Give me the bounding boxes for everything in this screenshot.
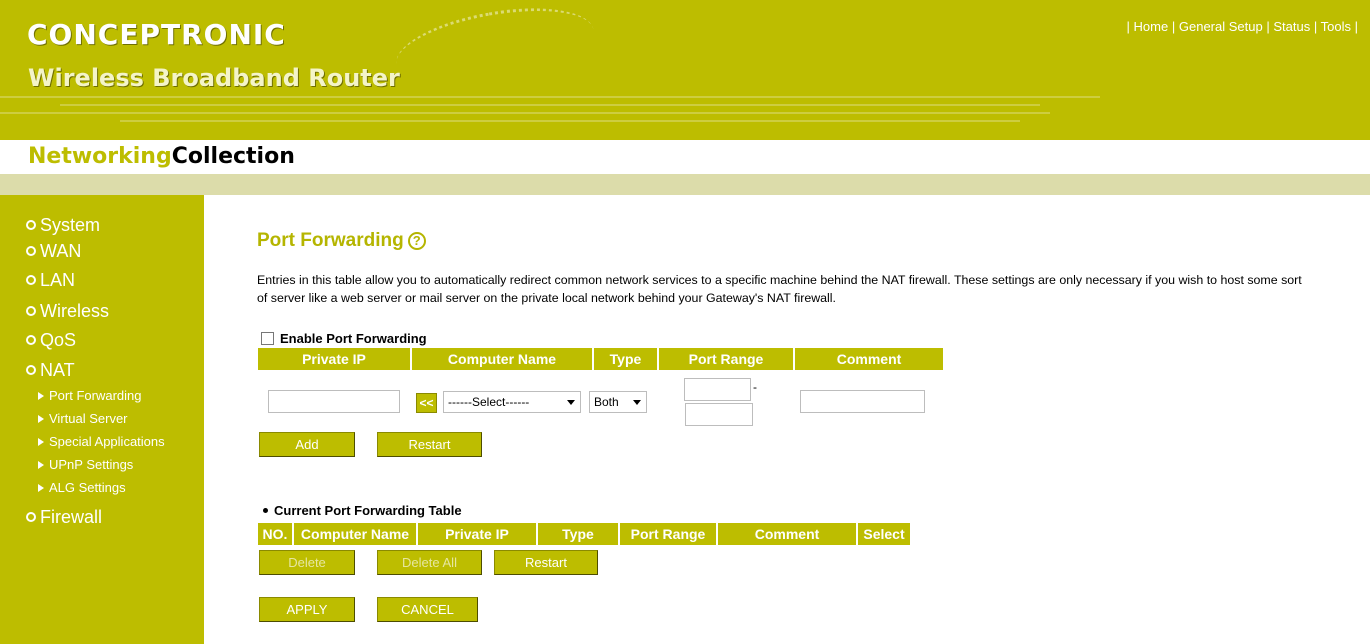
comment-input[interactable]: [800, 390, 925, 413]
port-range-dash: -: [753, 380, 757, 394]
column-header-port-range: Port Range: [659, 348, 793, 370]
add-button[interactable]: Add: [259, 432, 355, 457]
nav-home-link[interactable]: Home: [1134, 19, 1169, 34]
triangle-right-icon: [38, 438, 44, 446]
column-header-type: Type: [594, 348, 657, 370]
current-port-forwarding-table: NO. Computer Name Private IP Type Port R…: [256, 521, 912, 547]
type-select[interactable]: Both: [589, 391, 647, 413]
column-header-type: Type: [538, 523, 618, 545]
cancel-button[interactable]: CANCEL: [377, 597, 478, 622]
decorative-dots: [390, 0, 600, 99]
column-header-port-range: Port Range: [620, 523, 716, 545]
column-header-comment: Comment: [718, 523, 856, 545]
enable-port-forwarding-row: Enable Port Forwarding: [261, 331, 427, 346]
radio-bullet-icon: [26, 275, 36, 285]
page-description: Entries in this table allow you to autom…: [257, 273, 1302, 305]
bullet-icon: [263, 508, 268, 513]
top-navigation: | Home | General Setup | Status | Tools …: [1126, 19, 1358, 34]
sidebar-item-firewall[interactable]: Firewall: [26, 507, 102, 528]
collection-bar: NetworkingCollection: [0, 140, 1370, 174]
sidebar-item-nat[interactable]: NAT: [26, 360, 75, 381]
sidebar-item-wireless[interactable]: Wireless: [26, 301, 109, 322]
column-header-comment: Comment: [795, 348, 943, 370]
nav-status-link[interactable]: Status: [1273, 19, 1310, 34]
sidebar-subitem-upnp-settings[interactable]: UPnP Settings: [38, 457, 133, 472]
sidebar-item-wan[interactable]: WAN: [26, 241, 81, 262]
brand-logo: CONCEPTRONIC: [27, 18, 286, 51]
column-header-computer-name: Computer Name: [412, 348, 592, 370]
delete-button[interactable]: Delete: [259, 550, 355, 575]
column-header-private-ip: Private IP: [418, 523, 536, 545]
sidebar-item-qos[interactable]: QoS: [26, 330, 76, 351]
chevron-down-icon: [567, 400, 575, 405]
private-ip-input[interactable]: [268, 390, 400, 413]
divider-strip: [0, 174, 1370, 195]
restart-button[interactable]: Restart: [377, 432, 482, 457]
radio-bullet-icon: [26, 220, 36, 230]
table-restart-button[interactable]: Restart: [494, 550, 598, 575]
port-range-from-input[interactable]: [684, 378, 751, 401]
computer-name-select[interactable]: ------Select------: [443, 391, 581, 413]
sidebar: System WAN LAN Wireless QoS NAT Port For…: [0, 195, 204, 644]
nav-tools-link[interactable]: Tools: [1321, 19, 1351, 34]
apply-button[interactable]: APPLY: [259, 597, 355, 622]
column-header-private-ip: Private IP: [258, 348, 410, 370]
copy-ip-button[interactable]: <<: [416, 393, 437, 413]
port-range-to-input[interactable]: [685, 403, 753, 426]
radio-bullet-icon: [26, 306, 36, 316]
entry-table-header: Private IP Computer Name Type Port Range…: [256, 346, 945, 372]
sidebar-subitem-special-applications[interactable]: Special Applications: [38, 434, 165, 449]
sidebar-item-system[interactable]: System: [26, 215, 100, 236]
product-name: Wireless Broadband Router: [28, 64, 400, 92]
sidebar-subitem-virtual-server[interactable]: Virtual Server: [38, 411, 128, 426]
sidebar-subitem-port-forwarding[interactable]: Port Forwarding: [38, 388, 141, 403]
help-icon[interactable]: ?: [407, 232, 426, 250]
current-table-title: Current Port Forwarding Table: [263, 503, 462, 518]
triangle-right-icon: [38, 484, 44, 492]
sidebar-subitem-alg-settings[interactable]: ALG Settings: [38, 480, 126, 495]
column-header-no: NO.: [258, 523, 292, 545]
radio-bullet-icon: [26, 365, 36, 375]
enable-port-forwarding-checkbox[interactable]: [261, 332, 274, 345]
sidebar-item-lan[interactable]: LAN: [26, 270, 75, 291]
enable-port-forwarding-label: Enable Port Forwarding: [280, 331, 427, 346]
radio-bullet-icon: [26, 512, 36, 522]
triangle-right-icon: [38, 461, 44, 469]
column-header-computer-name: Computer Name: [294, 523, 416, 545]
nav-general-setup-link[interactable]: General Setup: [1179, 19, 1263, 34]
column-header-select: Select: [858, 523, 910, 545]
triangle-right-icon: [38, 392, 44, 400]
page-title: Port Forwarding?: [257, 230, 426, 252]
collection-title: NetworkingCollection: [28, 144, 295, 169]
chevron-down-icon: [633, 400, 641, 405]
radio-bullet-icon: [26, 246, 36, 256]
delete-all-button[interactable]: Delete All: [377, 550, 482, 575]
radio-bullet-icon: [26, 335, 36, 345]
triangle-right-icon: [38, 415, 44, 423]
header-banner: CONCEPTRONIC Wireless Broadband Router |…: [0, 0, 1370, 140]
page: CONCEPTRONIC Wireless Broadband Router |…: [0, 0, 1370, 644]
